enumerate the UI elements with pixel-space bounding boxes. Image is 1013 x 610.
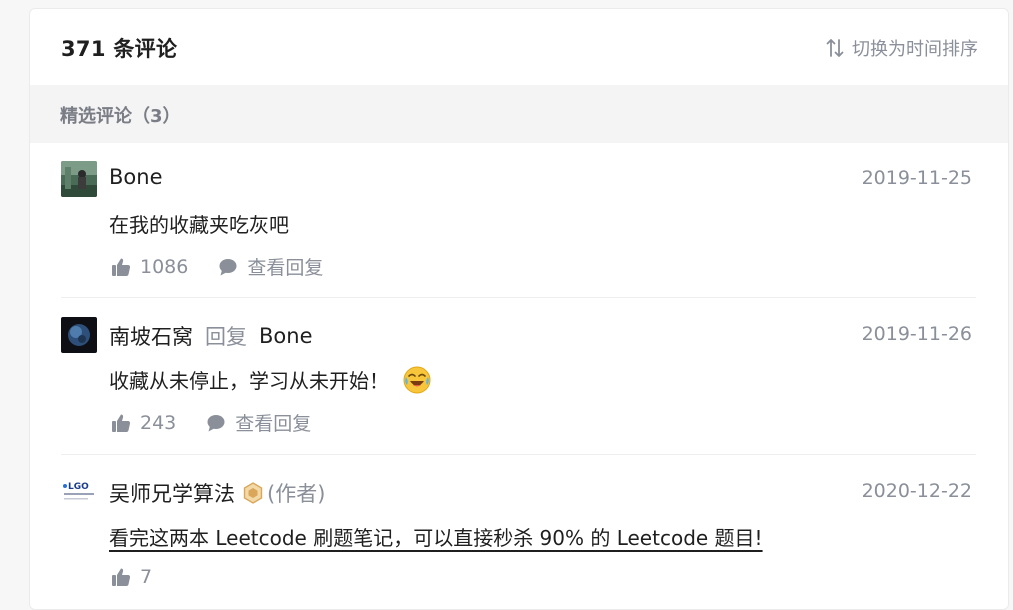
comment-username[interactable]: 吴师兄学算法 (109, 478, 235, 508)
like-button[interactable]: 7 (111, 566, 152, 588)
like-button[interactable]: 243 (111, 412, 176, 434)
comment-username[interactable]: 南坡石窝 (109, 321, 193, 351)
like-button[interactable]: 1086 (111, 256, 188, 278)
view-replies-button[interactable]: 查看回复 (218, 253, 323, 280)
comment-date: 2019-11-26 (861, 323, 972, 345)
sort-icon (826, 39, 844, 57)
chat-bubble-icon (219, 258, 237, 275)
comment-date: 2019-11-25 (861, 167, 972, 189)
thumbs-up-icon (112, 568, 131, 586)
view-replies-button[interactable]: 查看回复 (206, 409, 311, 436)
comments-panel: 371 条评论 切换为时间排序 精选评论（3） Bone 2019-11-25 … (29, 8, 1009, 610)
view-replies-label: 查看回复 (235, 413, 312, 435)
like-count: 7 (140, 566, 153, 588)
avatar[interactable] (61, 317, 97, 353)
comment-actions: 243 查看回复 (111, 409, 311, 436)
comment-count-title: 371 条评论 (61, 37, 178, 61)
comment-username[interactable]: Bone (109, 165, 162, 189)
comment-content: 在我的收藏夹吃灰吧 (109, 213, 289, 237)
thumbs-up-icon (112, 414, 131, 432)
avatar[interactable]: LGO (61, 474, 97, 510)
comment-content: 收藏从未停止，学习从未开始！ (109, 365, 431, 394)
view-replies-label: 查看回复 (247, 257, 324, 279)
comment-content-text: 收藏从未停止，学习从未开始！ (109, 369, 389, 393)
comment-date: 2020-12-22 (861, 480, 972, 502)
avatar-logo-text: LGO (68, 482, 89, 492)
author-tag: (作者) (267, 482, 326, 506)
author-badge-icon (243, 482, 263, 504)
comment-actions: 1086 查看回复 (111, 253, 323, 280)
comment-user-row: 吴师兄学算法 (作者) (109, 478, 325, 508)
chat-bubble-icon (207, 414, 225, 431)
featured-section-bar: 精选评论（3） (30, 85, 1008, 143)
like-count: 243 (140, 411, 177, 434)
like-count: 1086 (140, 255, 189, 278)
comment-divider (61, 297, 976, 298)
comment-content-link[interactable]: 看完这两本 Leetcode 刷题笔记，可以直接秒杀 90% 的 Leetcod… (109, 522, 763, 551)
sort-toggle-button[interactable]: 切换为时间排序 (826, 35, 978, 61)
sort-label: 切换为时间排序 (852, 39, 978, 60)
featured-section-title: 精选评论（3） (60, 106, 181, 127)
comment-divider (61, 454, 976, 455)
thumbs-up-icon (112, 258, 131, 276)
comments-header: 371 条评论 切换为时间排序 (30, 9, 1008, 85)
comment-user-row: Bone (109, 165, 162, 189)
avatar[interactable] (61, 161, 97, 197)
reply-target-username[interactable]: Bone (259, 324, 312, 348)
comment-actions: 7 (111, 566, 152, 588)
comment-user-row: 南坡石窝 回复 Bone (109, 321, 312, 351)
laughing-crying-emoji-icon (403, 366, 431, 394)
reply-word: 回复 (205, 325, 247, 349)
